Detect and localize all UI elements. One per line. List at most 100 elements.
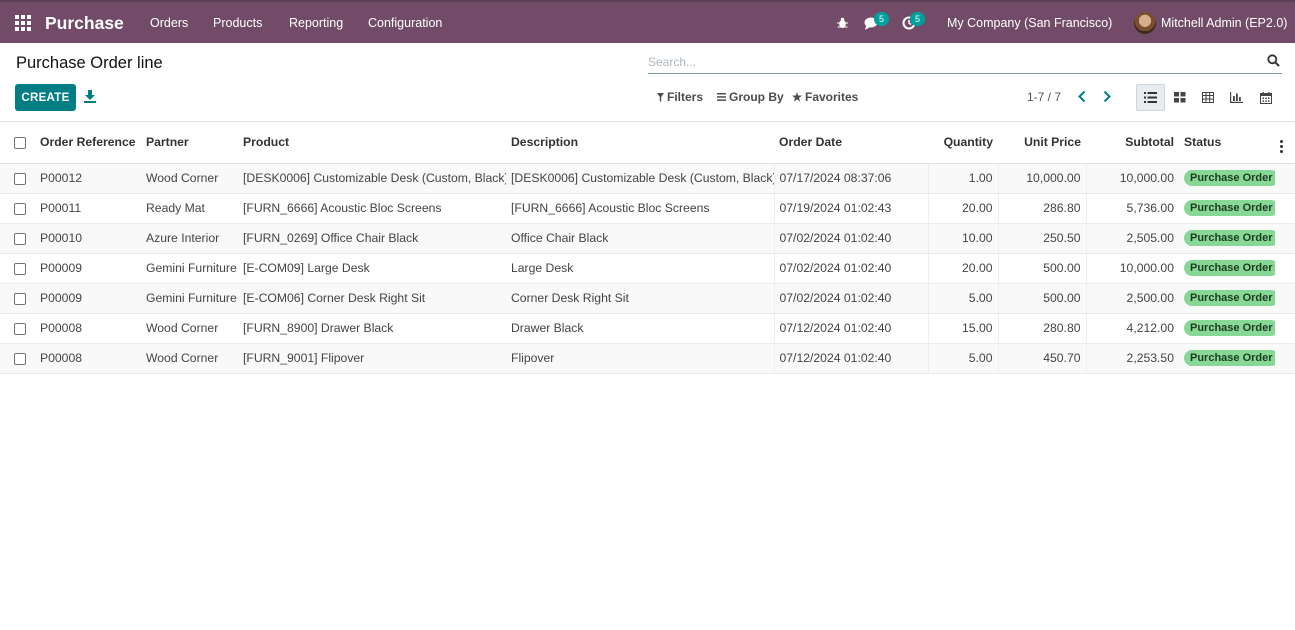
pager-value[interactable]: 1-7 / 7 xyxy=(1027,90,1061,104)
menu-orders[interactable]: Orders xyxy=(150,16,188,30)
cell-subtotal[interactable]: 5,736.00 xyxy=(1086,193,1179,224)
table-row[interactable]: P00009 Gemini Furniture [E-COM06] Corner D… xyxy=(0,283,1295,314)
row-checkbox[interactable] xyxy=(14,322,26,335)
cell-subtotal[interactable]: 10,000.00 xyxy=(1086,253,1179,284)
cell-status[interactable]: Purchase Order xyxy=(1179,223,1275,254)
cell-order-reference[interactable]: P00009 xyxy=(35,253,141,284)
table-row[interactable]: P00008 Wood Corner [FURN_8900] Drawer Blac… xyxy=(0,313,1295,344)
company-switcher[interactable]: My Company (San Francisco) xyxy=(947,16,1112,30)
cell-quantity[interactable]: 20.00 xyxy=(928,253,999,284)
row-checkbox[interactable] xyxy=(14,262,26,275)
cell-subtotal[interactable]: 10,000.00 xyxy=(1086,163,1179,194)
cell-unit-price[interactable]: 450.70 xyxy=(998,343,1087,374)
cell-unit-price[interactable]: 500.00 xyxy=(998,253,1087,284)
table-row[interactable]: P00009 Gemini Furniture [E-COM09] Large De… xyxy=(0,253,1295,284)
user-menu[interactable]: Mitchell Admin (EP2.0) xyxy=(1161,16,1287,30)
cell-unit-price[interactable]: 280.80 xyxy=(998,313,1087,344)
cell-quantity[interactable]: 20.00 xyxy=(928,193,999,224)
user-avatar[interactable] xyxy=(1134,12,1156,34)
chevron-left-icon[interactable] xyxy=(1077,90,1087,103)
cell-description[interactable]: [DESK0006] Customizable Desk (Custom, Bl… xyxy=(506,163,775,194)
column-header-product[interactable]: Product xyxy=(238,122,506,164)
cell-product[interactable]: [E-COM06] Corner Desk Right Sit xyxy=(238,283,506,314)
row-checkbox[interactable] xyxy=(14,202,26,215)
row-checkbox[interactable] xyxy=(14,232,26,245)
row-checkbox[interactable] xyxy=(14,352,26,365)
cell-partner[interactable]: Wood Corner xyxy=(141,313,238,344)
list-view-button[interactable] xyxy=(1136,84,1165,111)
cell-partner[interactable]: Wood Corner xyxy=(141,343,238,374)
favorites-button[interactable]: Favorites xyxy=(792,90,858,104)
table-row[interactable]: P00010 Azure Interior [FURN_0269] Office C… xyxy=(0,223,1295,254)
cell-description[interactable]: Drawer Black xyxy=(506,313,775,344)
kanban-view-button[interactable] xyxy=(1165,84,1194,111)
column-header-order-date[interactable]: Order Date xyxy=(774,122,928,164)
menu-products[interactable]: Products xyxy=(213,16,262,30)
cell-quantity[interactable]: 1.00 xyxy=(928,163,999,194)
row-checkbox[interactable] xyxy=(14,172,26,185)
select-all-checkbox-cell[interactable] xyxy=(0,122,35,164)
cell-unit-price[interactable]: 250.50 xyxy=(998,223,1087,254)
row-checkbox-cell[interactable] xyxy=(0,283,35,314)
app-brand[interactable]: Purchase xyxy=(45,13,124,34)
cell-status[interactable]: Purchase Order xyxy=(1179,163,1275,194)
cell-description[interactable]: [FURN_6666] Acoustic Bloc Screens xyxy=(506,193,775,224)
table-row[interactable]: P00008 Wood Corner [FURN_9001] Flipover Fli… xyxy=(0,343,1295,374)
filters-button[interactable]: Filters xyxy=(657,90,703,104)
search-icon[interactable] xyxy=(1267,54,1280,67)
cell-partner[interactable]: Ready Mat xyxy=(141,193,238,224)
cell-product[interactable]: [DESK0006] Customizable Desk (Custom, Bl… xyxy=(238,163,506,194)
column-header-subtotal[interactable]: Subtotal xyxy=(1086,122,1179,164)
cell-order-reference[interactable]: P00010 xyxy=(35,223,141,254)
cell-product[interactable]: [E-COM09] Large Desk xyxy=(238,253,506,284)
groupby-button[interactable]: Group By xyxy=(717,90,784,104)
select-all-checkbox[interactable] xyxy=(14,137,26,150)
kebab-menu-icon[interactable] xyxy=(1280,139,1283,153)
create-button[interactable]: CREATE xyxy=(15,84,76,111)
calendar-view-button[interactable] xyxy=(1251,84,1280,111)
cell-status[interactable]: Purchase Order xyxy=(1179,283,1275,314)
optional-columns-toggle[interactable] xyxy=(1275,122,1295,164)
cell-quantity[interactable]: 5.00 xyxy=(928,343,999,374)
row-checkbox[interactable] xyxy=(14,292,26,305)
cell-description[interactable]: Corner Desk Right Sit xyxy=(506,283,775,314)
cell-order-date[interactable]: 07/12/2024 01:02:40 xyxy=(774,313,929,344)
graph-view-button[interactable] xyxy=(1222,84,1251,111)
cell-status[interactable]: Purchase Order xyxy=(1179,343,1275,374)
menu-reporting[interactable]: Reporting xyxy=(289,16,343,30)
cell-order-date[interactable]: 07/02/2024 01:02:40 xyxy=(774,253,929,284)
row-checkbox-cell[interactable] xyxy=(0,253,35,284)
cell-product[interactable]: [FURN_9001] Flipover xyxy=(238,343,506,374)
cell-partner[interactable]: Azure Interior xyxy=(141,223,238,254)
download-icon[interactable] xyxy=(84,90,96,103)
bug-icon[interactable] xyxy=(837,17,848,29)
cell-order-date[interactable]: 07/19/2024 01:02:43 xyxy=(774,193,929,224)
cell-subtotal[interactable]: 4,212.00 xyxy=(1086,313,1179,344)
cell-order-reference[interactable]: P00011 xyxy=(35,193,141,224)
cell-order-reference[interactable]: P00008 xyxy=(35,313,141,344)
cell-unit-price[interactable]: 500.00 xyxy=(998,283,1087,314)
column-header-partner[interactable]: Partner xyxy=(141,122,238,164)
cell-subtotal[interactable]: 2,500.00 xyxy=(1086,283,1179,314)
cell-quantity[interactable]: 5.00 xyxy=(928,283,999,314)
cell-unit-price[interactable]: 10,000.00 xyxy=(998,163,1087,194)
cell-order-date[interactable]: 07/02/2024 01:02:40 xyxy=(774,223,929,254)
row-checkbox-cell[interactable] xyxy=(0,163,35,194)
cell-partner[interactable]: Wood Corner xyxy=(141,163,238,194)
cell-product[interactable]: [FURN_8900] Drawer Black xyxy=(238,313,506,344)
table-row[interactable]: P00012 Wood Corner [DESK0006] Customizable… xyxy=(0,163,1295,194)
cell-order-reference[interactable]: P00009 xyxy=(35,283,141,314)
table-row[interactable]: P00011 Ready Mat [FURN_6666] Acoustic Bloc… xyxy=(0,193,1295,224)
pivot-view-button[interactable] xyxy=(1193,84,1222,111)
cell-subtotal[interactable]: 2,505.00 xyxy=(1086,223,1179,254)
cell-description[interactable]: Office Chair Black xyxy=(506,223,775,254)
column-header-quantity[interactable]: Quantity xyxy=(928,122,998,164)
cell-quantity[interactable]: 15.00 xyxy=(928,313,999,344)
cell-order-reference[interactable]: P00012 xyxy=(35,163,141,194)
cell-description[interactable]: Flipover xyxy=(506,343,775,374)
column-header-unit-price[interactable]: Unit Price xyxy=(998,122,1086,164)
menu-configuration[interactable]: Configuration xyxy=(368,16,442,30)
row-checkbox-cell[interactable] xyxy=(0,223,35,254)
search-input[interactable] xyxy=(648,53,1248,71)
cell-product[interactable]: [FURN_0269] Office Chair Black xyxy=(238,223,506,254)
